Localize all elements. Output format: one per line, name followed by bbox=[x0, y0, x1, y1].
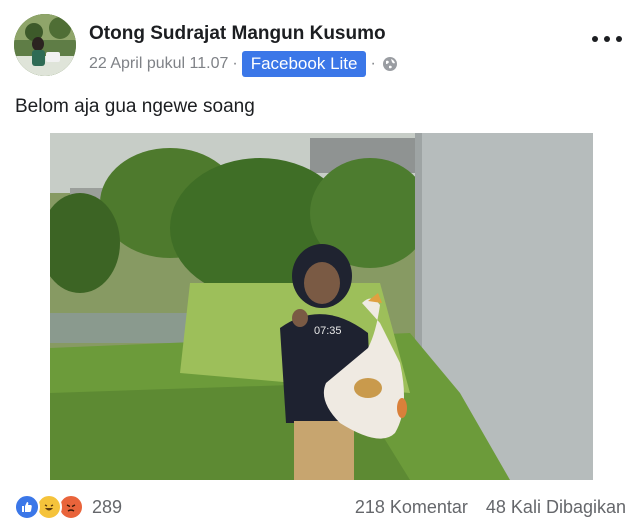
meta-separator: · bbox=[232, 55, 238, 72]
like-reaction-icon bbox=[14, 494, 40, 520]
post-header: Otong Sudrajat Mangun Kusumo 22 April pu… bbox=[14, 14, 626, 78]
shirt-text: 07:35 bbox=[314, 325, 342, 337]
more-dots-icon bbox=[592, 36, 598, 42]
post-meta: 22 April pukul 11.07 · Facebook Lite · bbox=[89, 50, 398, 78]
post-text: Belom aja gua ngewe soang bbox=[15, 96, 255, 117]
post-timestamp[interactable]: 22 April pukul 11.07 bbox=[89, 55, 228, 73]
globe-icon bbox=[382, 56, 398, 72]
avatar[interactable] bbox=[14, 14, 76, 76]
post-footer: 289 218 Komentar 48 Kali Dibagikan bbox=[14, 494, 626, 520]
reactions[interactable]: 289 bbox=[14, 494, 122, 520]
engagement-stats: 218 Komentar 48 Kali Dibagikan bbox=[355, 497, 626, 518]
photo-image: 07:35 bbox=[50, 133, 593, 480]
source-badge: Facebook Lite bbox=[241, 51, 367, 77]
avatar-image bbox=[14, 14, 76, 76]
more-options-button[interactable] bbox=[592, 32, 622, 46]
share-count[interactable]: 48 Kali Dibagikan bbox=[486, 497, 626, 518]
meta-separator-2: · bbox=[370, 55, 376, 72]
reaction-count[interactable]: 289 bbox=[92, 497, 122, 518]
comment-count[interactable]: 218 Komentar bbox=[355, 497, 468, 518]
author-name[interactable]: Otong Sudrajat Mangun Kusumo bbox=[89, 23, 386, 45]
post-photo[interactable]: 07:35 bbox=[50, 133, 593, 480]
